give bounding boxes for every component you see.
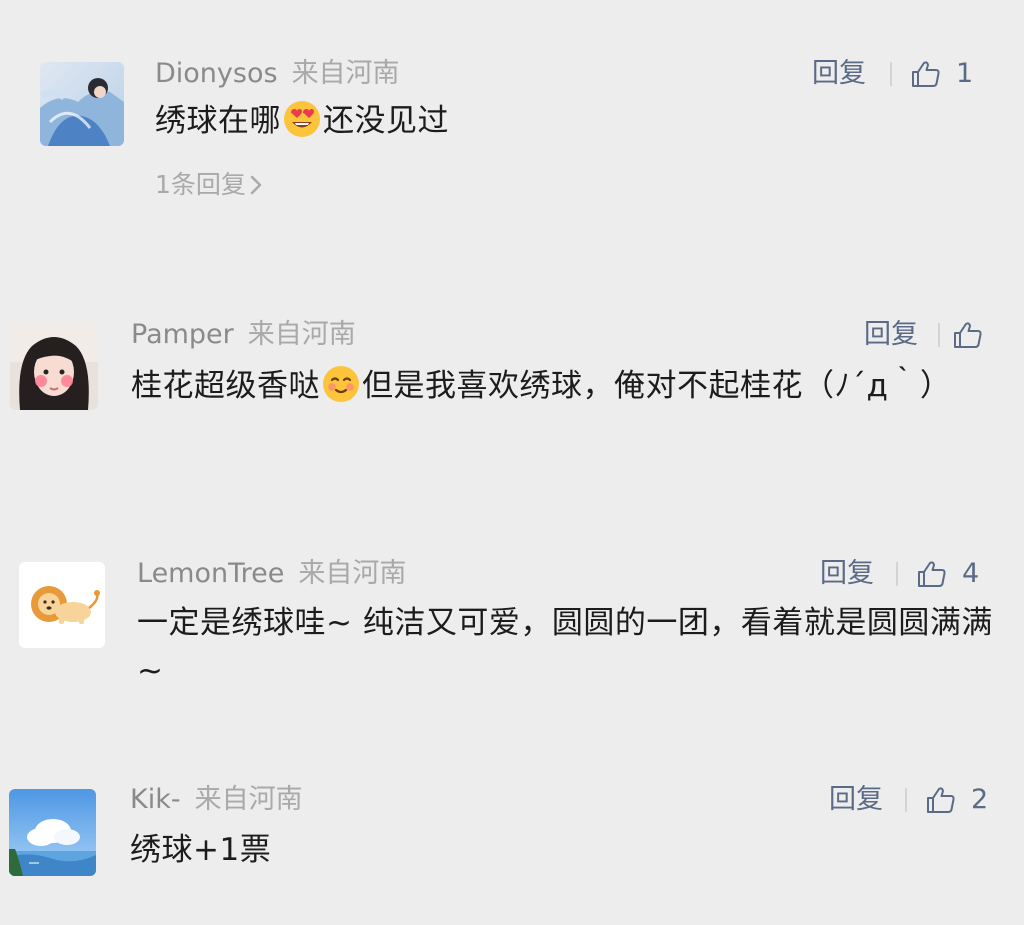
location-label: 来自河南 (194, 784, 303, 815)
nickname[interactable]: Kik- (130, 784, 181, 815)
divider (905, 788, 907, 812)
like-count: 2 (971, 784, 989, 815)
comment-meta: Kik- 来自河南 (130, 782, 303, 818)
avatar-image (9, 789, 96, 876)
comment-actions: 回复 2 (829, 782, 988, 818)
comment-text: 绣球+1票 (130, 832, 272, 868)
avatar[interactable] (9, 789, 96, 876)
reply-button[interactable]: 回复 (829, 782, 883, 818)
thumbs-up-icon[interactable] (925, 784, 957, 816)
comment-item: Kik- 来自河南 回复 2 绣球+1票 (0, 0, 1024, 925)
